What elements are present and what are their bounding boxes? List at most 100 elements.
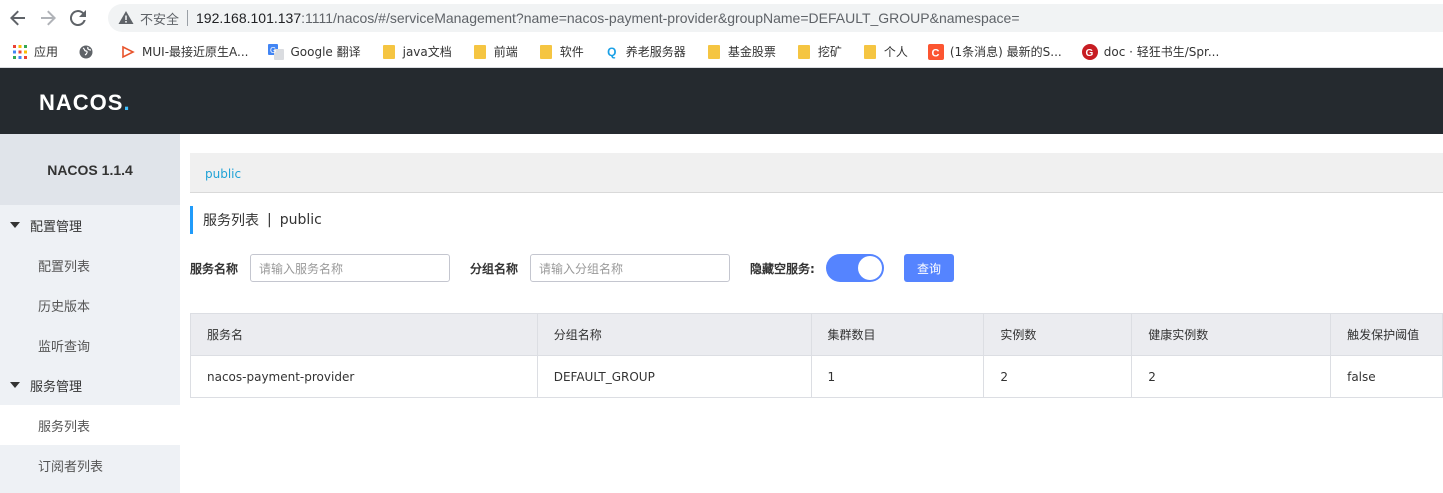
bookmark-mui[interactable]: MUI-最接近原生A...: [120, 43, 248, 60]
cell-group-name: DEFAULT_GROUP: [537, 356, 812, 398]
filter-service-name: 服务名称: [190, 254, 238, 282]
column-header-cluster-count: 集群数目: [811, 314, 985, 356]
url-path: :1111/nacos/#/serviceManagement?name=nac…: [301, 10, 1020, 26]
bookmark-personal[interactable]: 个人: [862, 43, 908, 60]
bookmark-frontend[interactable]: 前端: [472, 43, 518, 60]
forward-icon[interactable]: [36, 6, 60, 30]
bookmark-funds[interactable]: 基金股票: [706, 43, 776, 60]
cell-instance-count: 2: [984, 356, 1133, 398]
sidebar-title: NACOS 1.1.4: [0, 134, 180, 205]
sidebar-item-listener-query[interactable]: 监听查询: [0, 325, 180, 365]
bookmark-globe[interactable]: [78, 44, 100, 60]
bookmark-label: 应用: [34, 45, 59, 59]
bookmark-label: doc · 轻狂书生/Spr...: [1103, 45, 1220, 59]
cell-service-name: nacos-payment-provider: [191, 356, 538, 398]
sidebar-item-config-list[interactable]: 配置列表: [0, 245, 180, 285]
column-header-protect-threshold: 触发保护阈值: [1331, 314, 1443, 356]
bookmark-label: java文档: [402, 45, 452, 59]
column-header-group-name: 分组名称: [537, 314, 812, 356]
globe-icon: [78, 44, 94, 60]
address-bar[interactable]: 不安全 192.168.101.137:1111/nacos/#/service…: [108, 4, 1443, 32]
filter-service-name-input-wrap: 请输入服务名称: [250, 254, 450, 282]
svg-text:G: G: [1085, 48, 1093, 59]
page-title: 服务列表 | public: [190, 206, 322, 234]
namespace-link-public[interactable]: public: [205, 167, 241, 181]
back-icon[interactable]: [6, 6, 30, 30]
q-icon: Q: [607, 44, 617, 59]
bookmark-label: (1条消息) 最新的S...: [949, 45, 1062, 59]
bookmark-elderly-server[interactable]: Q 养老服务器: [604, 43, 686, 60]
browser-toolbar: 不安全 192.168.101.137:1111/nacos/#/service…: [0, 0, 1443, 36]
filter-toggle-wrap: [826, 254, 884, 282]
cell-healthy-count: 2: [1132, 356, 1332, 398]
column-header-service-name: 服务名: [191, 314, 538, 356]
sidebar-group-label: 配置管理: [30, 219, 83, 235]
nacos-logo[interactable]: NACOS.: [39, 90, 131, 116]
svg-text:C: C: [931, 47, 939, 59]
bookmark-mining[interactable]: 挖矿: [796, 43, 842, 60]
bookmark-label: Google 翻译: [290, 45, 361, 59]
page-title-separator: |: [267, 212, 272, 228]
table-row[interactable]: nacos-payment-provider DEFAULT_GROUP 1 2…: [191, 356, 1443, 398]
reload-icon[interactable]: [66, 6, 90, 30]
bookmark-software[interactable]: 软件: [538, 43, 584, 60]
toggle-knob: [858, 256, 882, 280]
column-header-healthy-count: 健康实例数: [1132, 314, 1332, 356]
sidebar-group-service[interactable]: 服务管理: [0, 365, 180, 405]
group-name-input[interactable]: 请输入分组名称: [530, 254, 730, 282]
column-header-instance-count: 实例数: [984, 314, 1133, 356]
group-name-label: 分组名称: [470, 261, 519, 276]
bookmark-java-docs[interactable]: java文档: [381, 43, 452, 60]
bookmark-label: 个人: [883, 45, 908, 59]
apps-grid-icon: [12, 44, 28, 60]
filter-group-name: 分组名称: [470, 254, 518, 282]
csdn-icon: C: [927, 43, 944, 60]
sidebar: NACOS 1.1.4 配置管理 配置列表 历史版本 监听查询 服务管理 服务列…: [0, 134, 180, 493]
folder-icon: [472, 44, 488, 60]
bookmark-label: 挖矿: [817, 45, 842, 59]
cell-cluster-count: 1: [811, 356, 985, 398]
bookmarks-bar: 应用 MUI-最接近原生A... G Google 翻译 java文档 前端 软…: [0, 36, 1443, 68]
filter-group-name-input-wrap: 请输入分组名称: [530, 254, 730, 282]
folder-icon: [538, 44, 554, 60]
folder-icon: [706, 44, 722, 60]
folder-icon: [796, 44, 812, 60]
svg-text:G: G: [270, 46, 276, 55]
google-translate-icon: G: [268, 43, 285, 60]
query-button[interactable]: 查询: [904, 254, 954, 282]
bookmark-label: 基金股票: [727, 45, 776, 59]
sidebar-group-label: 服务管理: [30, 379, 83, 395]
filter-query-wrap: 查询: [904, 254, 954, 282]
sidebar-item-subscriber-list[interactable]: 订阅者列表: [0, 445, 180, 485]
hide-empty-label: 隐藏空服务:: [750, 261, 815, 276]
app-header: NACOS.: [0, 68, 1443, 134]
bookmark-google-translate[interactable]: G Google 翻译: [268, 43, 361, 60]
page-title-namespace: public: [279, 212, 322, 228]
folder-icon: [381, 44, 397, 60]
sidebar-group-config[interactable]: 配置管理: [0, 205, 180, 245]
sidebar-item-service-list[interactable]: 服务列表: [0, 405, 180, 445]
filter-hide-empty: 隐藏空服务:: [750, 254, 815, 282]
bookmark-apps[interactable]: 应用: [12, 43, 58, 60]
cell-protect-threshold: false: [1331, 356, 1443, 398]
service-name-label: 服务名称: [190, 261, 239, 276]
warning-icon: [118, 10, 134, 26]
service-name-input[interactable]: 请输入服务名称: [250, 254, 450, 282]
bookmark-gitee[interactable]: G doc · 轻狂书生/Spr...: [1081, 43, 1220, 60]
sidebar-item-history[interactable]: 历史版本: [0, 285, 180, 325]
table-header-row: 服务名 分组名称 集群数目 实例数 健康实例数 触发保护阈值: [191, 314, 1443, 356]
caret-down-icon: [10, 382, 20, 388]
page-title-text: 服务列表: [203, 213, 259, 229]
gitee-icon: G: [1081, 43, 1098, 60]
hide-empty-toggle[interactable]: [826, 254, 884, 282]
bookmark-csdn[interactable]: C (1条消息) 最新的S...: [927, 43, 1062, 60]
caret-down-icon: [10, 222, 20, 228]
bookmark-label: 前端: [493, 45, 518, 59]
insecure-label: 不安全: [140, 12, 180, 28]
namespace-bar: public: [190, 153, 1443, 193]
url-host: 192.168.101.137: [196, 10, 302, 26]
bookmark-label: 软件: [559, 45, 584, 59]
bookmark-label: MUI-最接近原生A...: [142, 45, 249, 59]
omnibox-divider: [187, 10, 189, 26]
mui-icon: [120, 44, 136, 60]
